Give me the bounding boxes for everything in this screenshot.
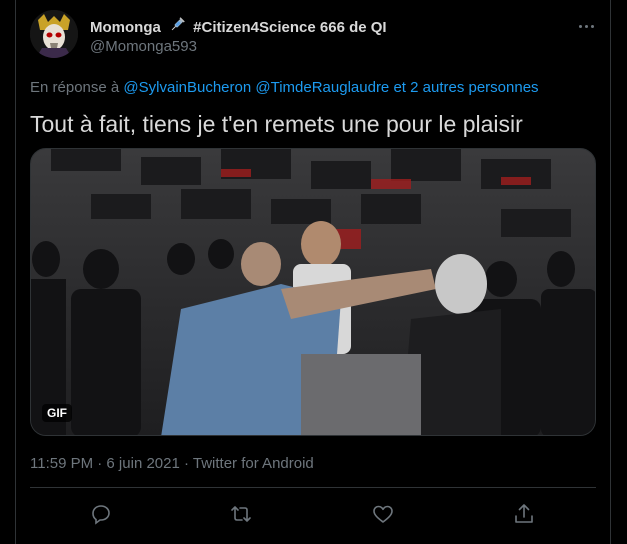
more-icon[interactable] — [574, 16, 598, 36]
retweet-icon[interactable] — [229, 502, 253, 526]
display-name-row[interactable]: Momonga #Citizen4Science 666 de QI — [90, 17, 387, 39]
display-name[interactable]: Momonga — [90, 19, 161, 36]
reply-user-link[interactable]: @SylvainBucheron — [123, 79, 251, 96]
user-handle[interactable]: @Momonga593 — [90, 38, 197, 55]
action-bar — [30, 496, 596, 532]
syringe-icon — [169, 17, 185, 37]
like-icon[interactable] — [371, 502, 395, 526]
share-icon[interactable] — [512, 502, 536, 526]
divider — [30, 487, 596, 488]
reply-context: En réponse à @SylvainBucheron @TimdeRaug… — [30, 79, 539, 96]
tweet-media-gif[interactable] — [30, 148, 596, 436]
tweet-text: Tout à fait, tiens je t'en remets une po… — [30, 111, 523, 137]
gif-badge: GIF — [42, 404, 72, 422]
reply-user-link[interactable]: @TimdeRauglaudre — [255, 79, 389, 96]
reply-others-link[interactable]: et 2 autres personnes — [393, 79, 538, 96]
reply-icon[interactable] — [89, 502, 113, 526]
reply-prefix: En réponse à — [30, 79, 120, 96]
display-name-suffix: #Citizen4Science 666 de QI — [193, 18, 387, 36]
avatar[interactable] — [30, 10, 78, 58]
tweet-timestamp[interactable]: 11:59 PM · 6 juin 2021 · Twitter for And… — [30, 455, 314, 472]
